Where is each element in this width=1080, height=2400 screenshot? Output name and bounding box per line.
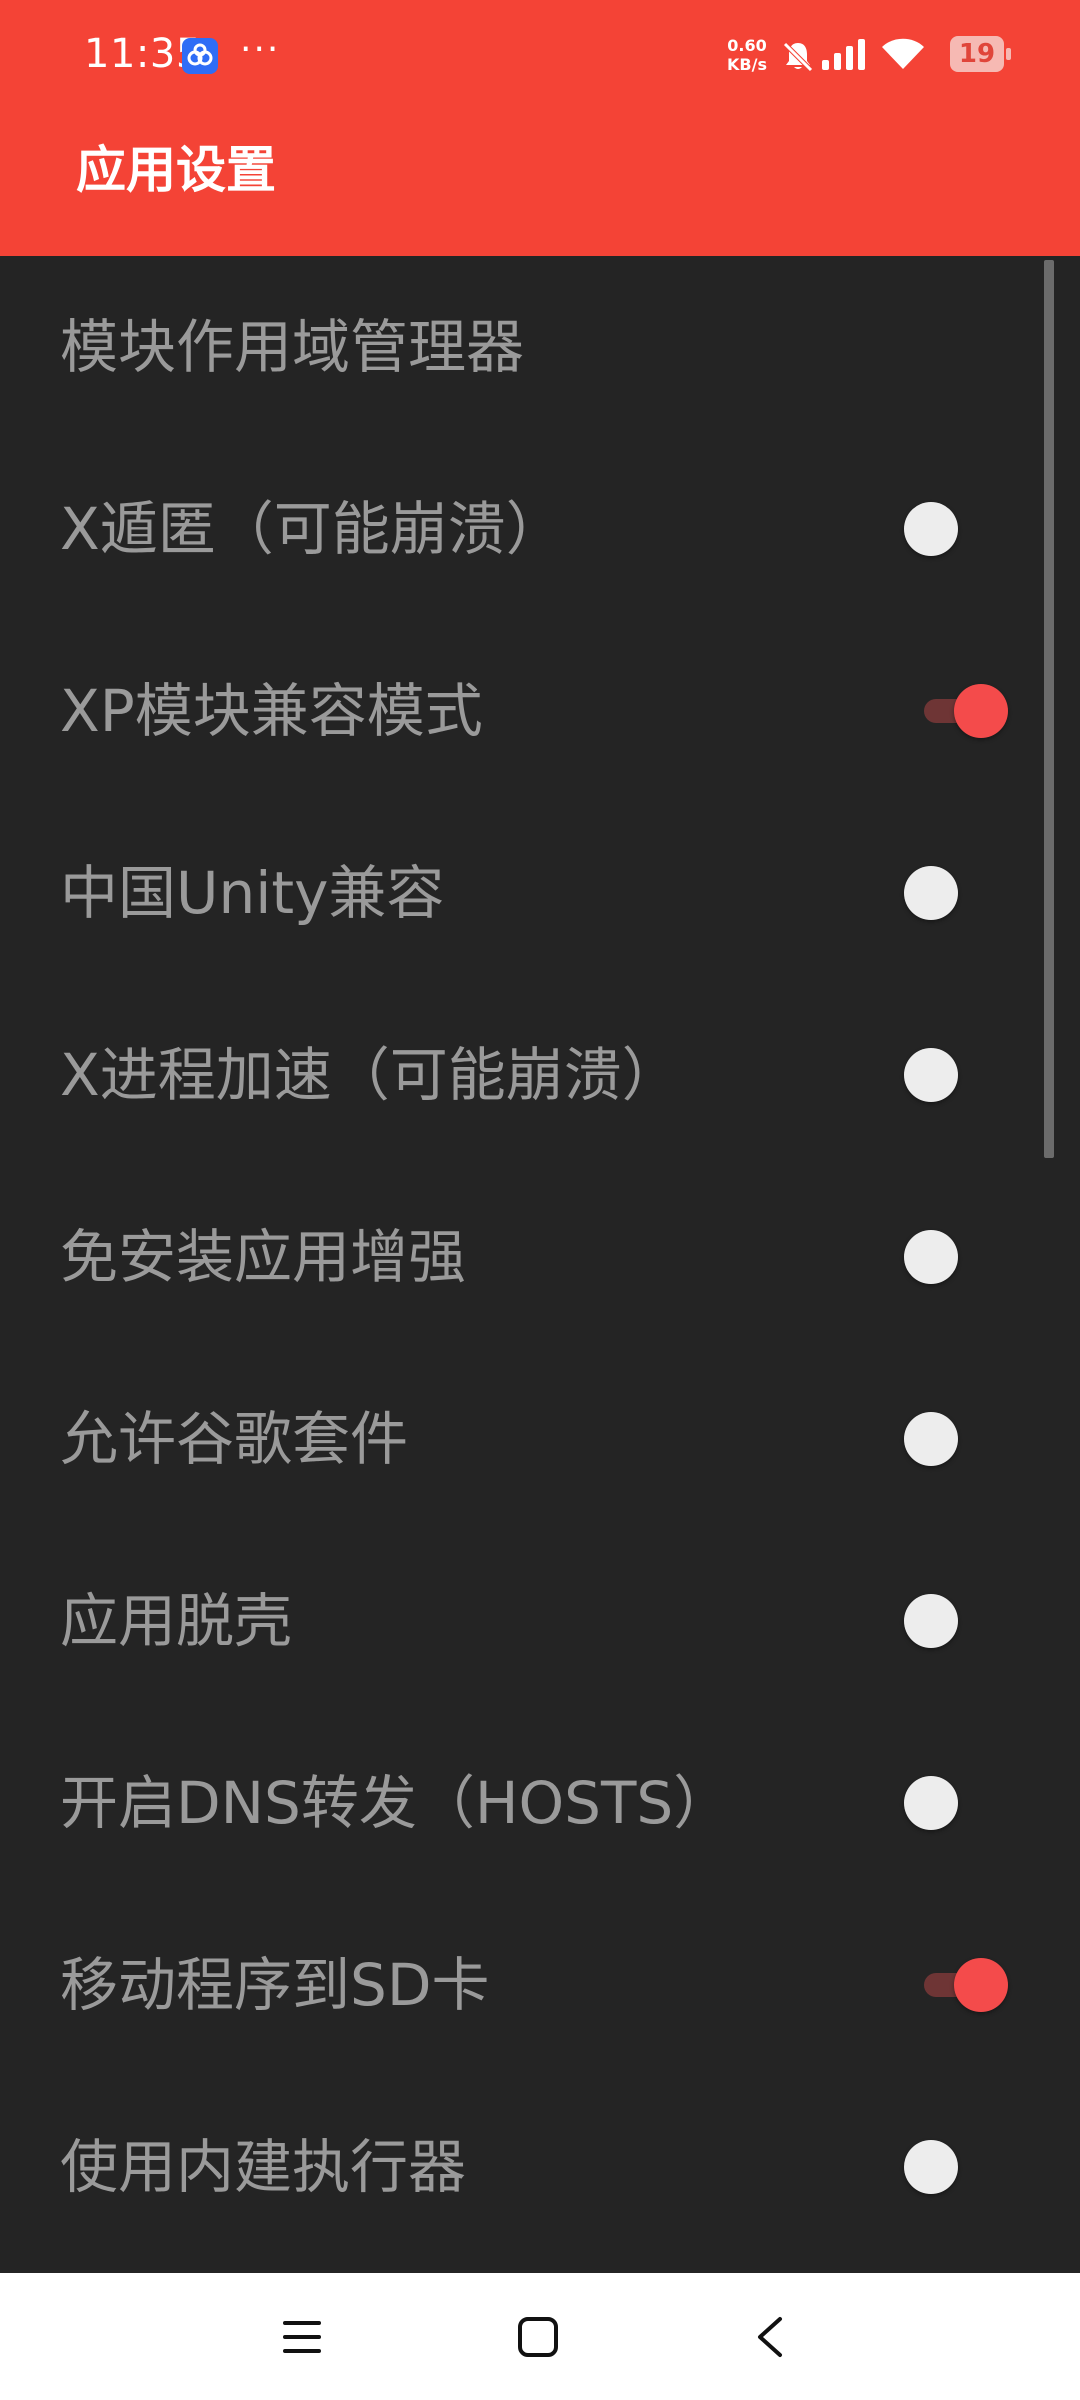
setting-label: 允许谷歌套件 xyxy=(60,1405,409,1473)
back-icon[interactable] xyxy=(752,2315,788,2363)
mute-bell-icon xyxy=(780,38,816,78)
toggle-thumb xyxy=(904,1776,958,1830)
settings-list: 模块作用域管理器 X遁匿（可能崩溃） XP模块兼容模式 中国Unity兼容 X进… xyxy=(0,256,1080,2258)
more-notifications-indicator: ··· xyxy=(240,29,281,70)
toggle-thumb xyxy=(904,866,958,920)
network-speed-unit: KB/s xyxy=(727,55,767,74)
network-speed: 0.60 KB/s xyxy=(722,36,772,76)
toggle-thumb xyxy=(904,1230,958,1284)
toggle-switch[interactable] xyxy=(890,498,1020,560)
setting-label: 移动程序到SD卡 xyxy=(60,1951,490,2019)
setting-row-builtin-executor[interactable]: 使用内建执行器 xyxy=(0,2076,1080,2258)
setting-label: X进程加速（可能崩溃） xyxy=(60,1041,680,1109)
status-bar: 11:35 ··· 0.60 KB/s 19 xyxy=(0,0,1080,110)
toggle-switch[interactable] xyxy=(890,1954,1020,2016)
battery-icon: 19 xyxy=(950,36,1004,72)
toggle-thumb xyxy=(904,1412,958,1466)
setting-row-dns-forward[interactable]: 开启DNS转发（HOSTS） xyxy=(0,1712,1080,1894)
setting-row-china-unity-compat[interactable]: 中国Unity兼容 xyxy=(0,802,1080,984)
toggle-switch[interactable] xyxy=(890,680,1020,742)
toggle-thumb xyxy=(904,1048,958,1102)
setting-label: XP模块兼容模式 xyxy=(60,677,483,745)
setting-row-app-unpack[interactable]: 应用脱壳 xyxy=(0,1530,1080,1712)
toggle-thumb xyxy=(954,684,1008,738)
setting-label: 免安装应用增强 xyxy=(60,1223,467,1291)
toggle-switch[interactable] xyxy=(890,1772,1020,1834)
signal-icon xyxy=(820,38,868,76)
setting-row-xp-module-compat[interactable]: XP模块兼容模式 xyxy=(0,620,1080,802)
toggle-thumb xyxy=(904,1594,958,1648)
setting-row-x-process-accel[interactable]: X进程加速（可能崩溃） xyxy=(0,984,1080,1166)
network-speed-value: 0.60 xyxy=(727,36,767,55)
toggle-switch[interactable] xyxy=(890,862,1020,924)
page-title: 应用设置 xyxy=(76,141,276,199)
battery-nub xyxy=(1006,48,1011,60)
toggle-switch[interactable] xyxy=(890,1044,1020,1106)
setting-row-x-hide[interactable]: X遁匿（可能崩溃） xyxy=(0,438,1080,620)
toggle-thumb xyxy=(904,2140,958,2194)
setting-label: 中国Unity兼容 xyxy=(60,859,445,927)
setting-label: 使用内建执行器 xyxy=(60,2133,467,2201)
baidu-netdisk-icon xyxy=(182,38,218,74)
menu-icon[interactable] xyxy=(280,2317,324,2361)
home-icon[interactable] xyxy=(516,2315,560,2363)
setting-row-allow-google-suite[interactable]: 允许谷歌套件 xyxy=(0,1348,1080,1530)
setting-row-module-scope-manager[interactable]: 模块作用域管理器 xyxy=(0,256,1080,438)
toggle-switch[interactable] xyxy=(890,1226,1020,1288)
setting-label: 模块作用域管理器 xyxy=(60,313,525,381)
toggle-switch[interactable] xyxy=(890,1590,1020,1652)
setting-label: 开启DNS转发（HOSTS） xyxy=(60,1769,732,1837)
setting-row-move-to-sd[interactable]: 移动程序到SD卡 xyxy=(0,1894,1080,2076)
setting-row-instant-app-enhance[interactable]: 免安装应用增强 xyxy=(0,1166,1080,1348)
wifi-icon xyxy=(880,36,926,76)
setting-label: X遁匿（可能崩溃） xyxy=(60,495,564,563)
toggle-switch[interactable] xyxy=(890,2136,1020,2198)
toggle-thumb xyxy=(904,502,958,556)
scrollbar[interactable] xyxy=(1044,260,1054,1158)
app-bar: 11:35 ··· 0.60 KB/s 19 应用设置 xyxy=(0,0,1080,256)
system-nav-bar xyxy=(0,2273,1080,2400)
setting-label: 应用脱壳 xyxy=(60,1587,293,1655)
toggle-thumb xyxy=(954,1958,1008,2012)
toggle-switch[interactable] xyxy=(890,1408,1020,1470)
battery-level: 19 xyxy=(958,39,996,69)
